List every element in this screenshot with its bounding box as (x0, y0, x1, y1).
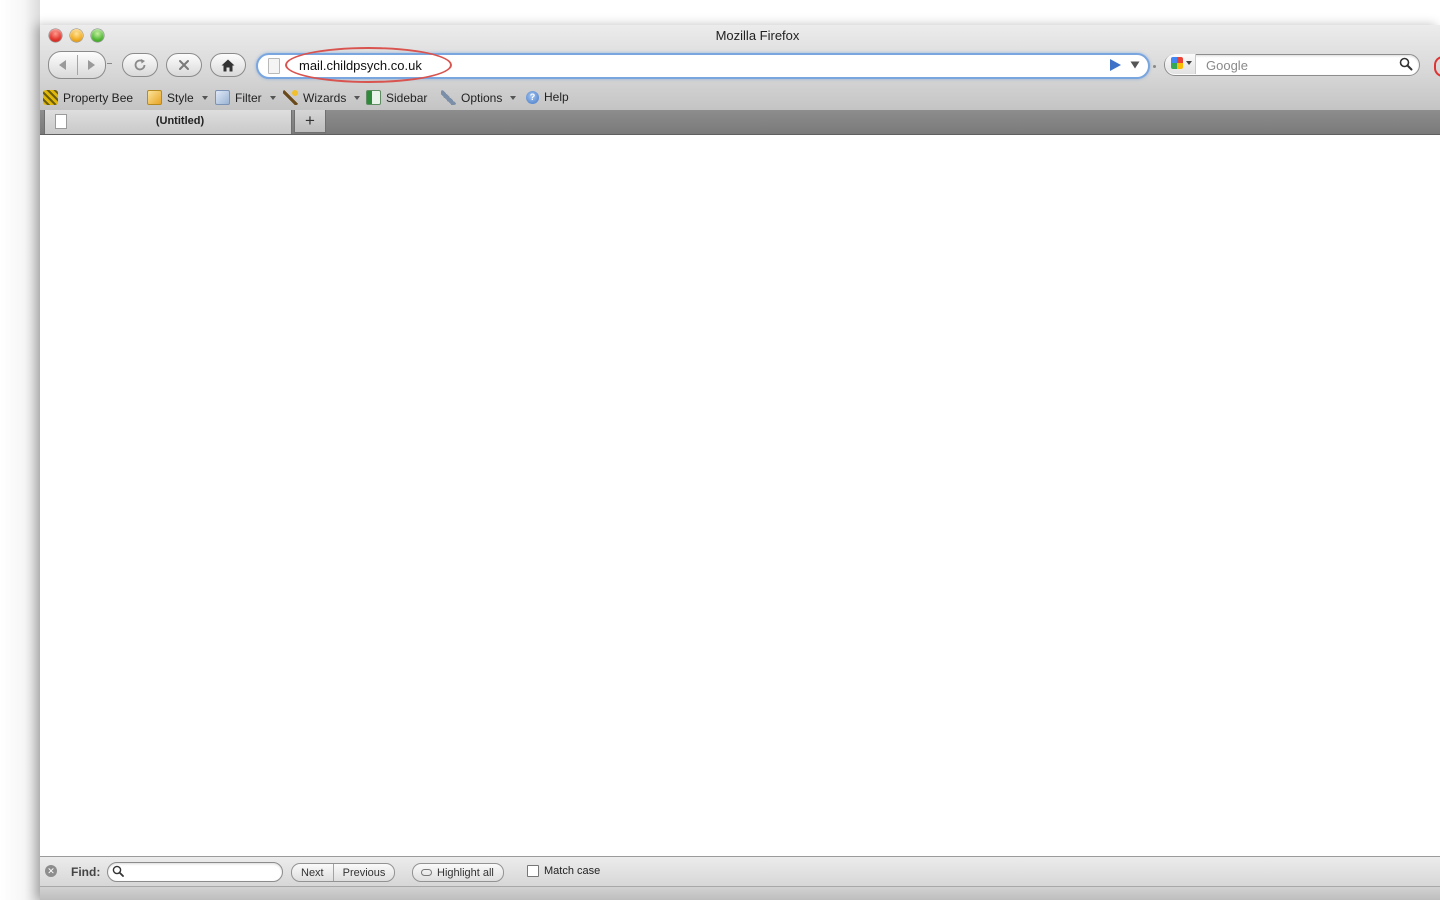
toolbar-item-label: Property Bee (63, 90, 134, 105)
toolbar-item-label: Options (461, 90, 503, 105)
url-bar[interactable]: mail.childpsych.co.uk (256, 47, 1150, 83)
toolbar-item-options[interactable]: Options (441, 90, 517, 105)
arrow-left-icon (59, 60, 66, 70)
bee-icon (43, 90, 58, 105)
chevron-down-icon[interactable] (1130, 61, 1140, 69)
google-icon (1171, 57, 1183, 69)
close-icon[interactable]: ✕ (45, 865, 57, 877)
toolbar-item-label: Sidebar (386, 90, 428, 105)
magnifier-icon[interactable] (1399, 57, 1413, 71)
match-case-label: Match case (544, 865, 601, 877)
status-bar (40, 886, 1440, 900)
magnifier-icon (112, 865, 124, 877)
style-icon (147, 90, 162, 105)
page-icon[interactable] (268, 58, 280, 74)
highlight-icon (421, 869, 432, 876)
tab-label: (Untitled) (155, 115, 205, 127)
desktop-background (0, 0, 40, 900)
unified-toolbar: Mozilla Firefox mail.childpsych.co.uk Go… (40, 25, 1440, 111)
reload-icon (134, 59, 146, 71)
chevron-down-icon (201, 95, 208, 100)
toolbar-item-label: Filter (235, 90, 262, 105)
addon-icon[interactable] (1434, 56, 1440, 77)
toolbar-item-label: Style (167, 90, 194, 105)
help-icon: ? (526, 90, 539, 104)
filter-icon (215, 90, 230, 105)
toolbar-item-wizards[interactable]: Wizards (283, 90, 361, 105)
toolbar-item-label: Wizards (303, 90, 347, 105)
extension-toolbar: Property Bee Style Filter Wizards Sideba… (40, 85, 1440, 109)
chevron-down-icon (354, 95, 361, 100)
back-forward-group (48, 51, 106, 79)
search-separator-dot (1153, 65, 1156, 68)
sidebar-icon (366, 90, 381, 105)
find-previous-button[interactable]: Previous (332, 864, 395, 881)
find-bar: ✕ Find: Next Previous Highlight all Matc… (40, 856, 1440, 887)
search-bar[interactable]: Google (1164, 54, 1420, 76)
tab-strip: (Untitled) + (40, 110, 1440, 135)
back-button[interactable] (49, 52, 77, 78)
toolbar-item-label: Help (544, 90, 569, 104)
chevron-down-icon (269, 95, 276, 100)
highlight-all-button[interactable]: Highlight all (412, 863, 504, 882)
tab-untitled[interactable]: (Untitled) (44, 110, 292, 134)
chevron-down-icon (1186, 61, 1192, 65)
close-icon (179, 60, 189, 70)
match-case-checkbox[interactable]: Match case (527, 865, 600, 877)
arrow-right-icon (88, 60, 95, 70)
browser-window: Mozilla Firefox mail.childpsych.co.uk Go… (40, 25, 1440, 900)
find-label: Find: (71, 865, 101, 879)
reload-button[interactable] (122, 53, 158, 77)
toolbar-item-sidebar[interactable]: Sidebar (366, 90, 427, 105)
home-button[interactable] (210, 53, 246, 77)
highlight-all-label: Highlight all (437, 866, 494, 879)
toolbar-item-property-bee[interactable]: Property Bee (43, 90, 133, 105)
home-icon (221, 59, 235, 71)
chevron-down-icon (510, 95, 517, 100)
find-nav-group: Next Previous (291, 863, 396, 882)
page-content[interactable] (40, 135, 1440, 856)
history-dropdown-marker[interactable] (107, 63, 112, 64)
toolbar-item-style[interactable]: Style (147, 90, 208, 105)
wand-icon (283, 90, 298, 105)
checkbox-icon[interactable] (527, 865, 539, 877)
find-next-button[interactable]: Next (292, 864, 333, 881)
toolbar-item-filter[interactable]: Filter (215, 90, 276, 105)
wrench-icon (441, 90, 456, 105)
find-input[interactable] (107, 862, 283, 882)
new-tab-button[interactable]: + (294, 110, 326, 133)
toolbar-item-help[interactable]: ? Help (526, 90, 569, 104)
forward-button[interactable] (77, 52, 105, 78)
url-annotation-circle (285, 47, 452, 83)
search-engine-selector[interactable] (1165, 54, 1196, 74)
search-placeholder[interactable]: Google (1206, 58, 1248, 73)
stop-button[interactable] (166, 53, 202, 77)
window-title: Mozilla Firefox (715, 28, 800, 43)
go-arrow-icon[interactable] (1109, 58, 1122, 72)
